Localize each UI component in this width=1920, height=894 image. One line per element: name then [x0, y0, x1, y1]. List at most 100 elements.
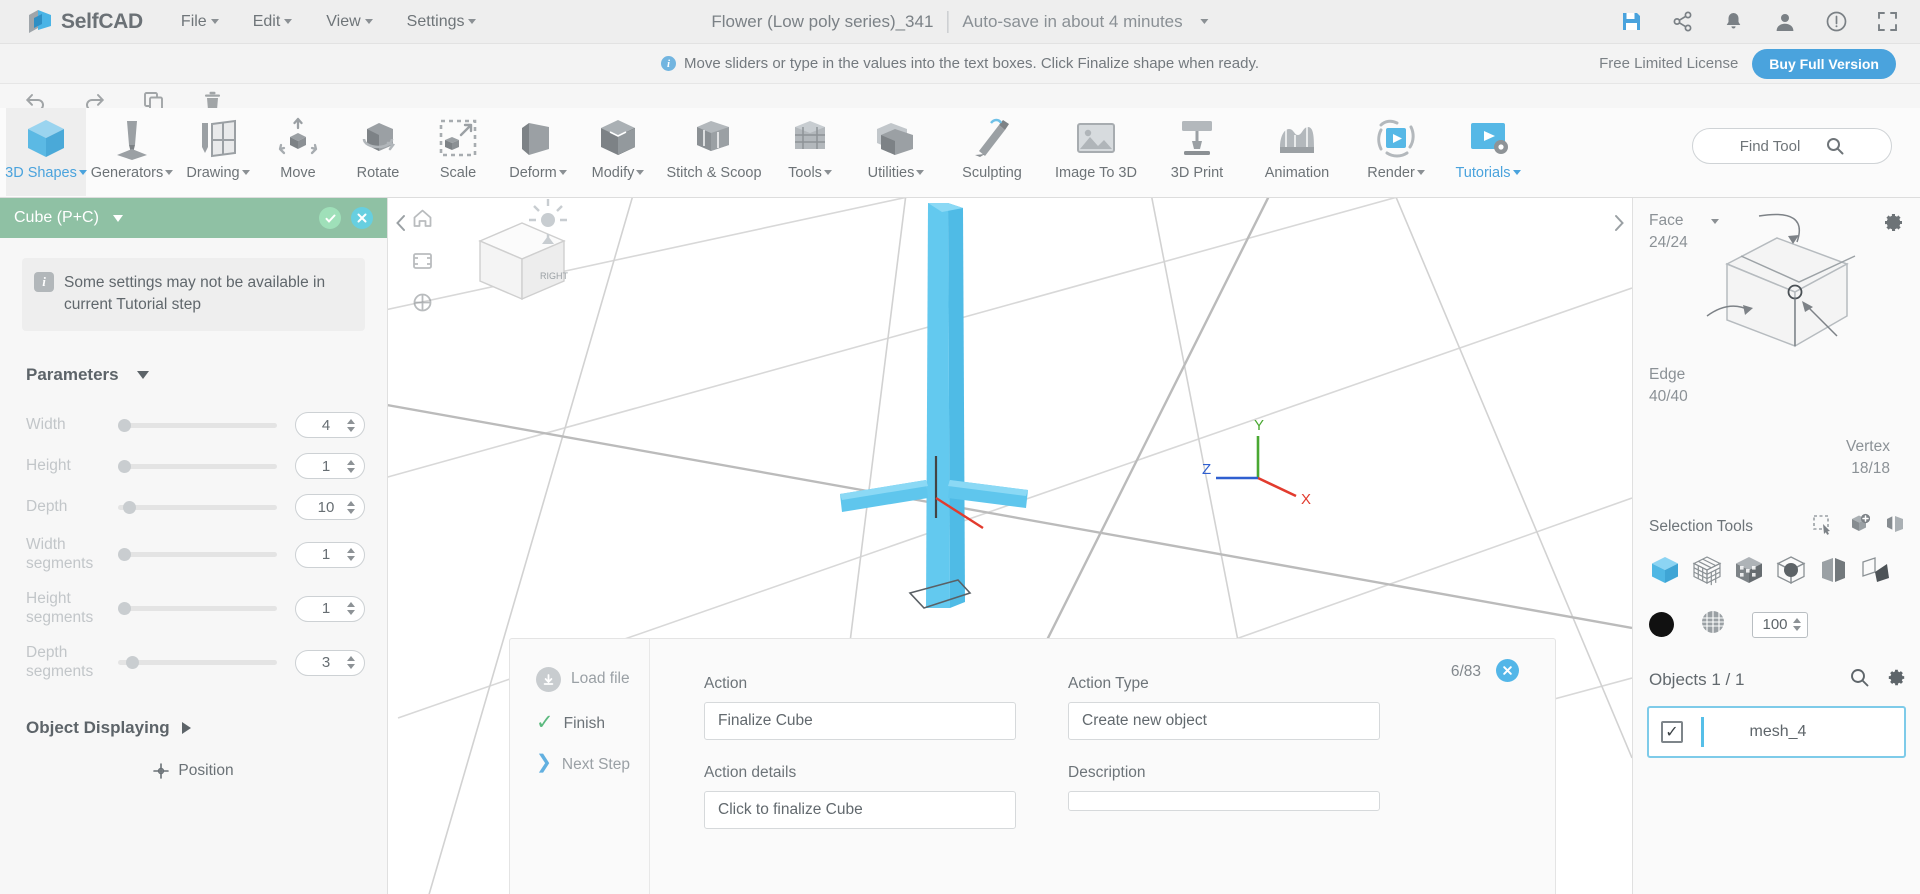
edge-mode-icon[interactable] — [1817, 554, 1849, 591]
param-stepper-depth[interactable] — [347, 500, 355, 514]
stepper-down-icon[interactable] — [1793, 626, 1801, 631]
toolbar-item-generators[interactable]: Generators — [86, 108, 178, 196]
buy-full-version-button[interactable]: Buy Full Version — [1752, 48, 1896, 79]
save-icon[interactable] — [1621, 11, 1642, 32]
polygon-mode-icon[interactable] — [1859, 554, 1891, 591]
stepper-up-icon[interactable] — [347, 548, 355, 554]
cancel-button[interactable] — [351, 207, 373, 229]
opacity-input[interactable]: 100 — [1752, 611, 1808, 638]
param-input-height[interactable]: 1 — [295, 453, 365, 480]
document-title[interactable]: Flower (Low poly series)_341 — [711, 12, 933, 32]
chevron-down-icon[interactable] — [1200, 19, 1209, 24]
gear-icon[interactable] — [1887, 668, 1906, 692]
texture-icon[interactable] — [1700, 609, 1726, 640]
add-select-icon[interactable] — [1848, 513, 1871, 540]
invert-select-icon[interactable] — [1884, 513, 1906, 540]
param-input-width[interactable]: 4 — [295, 412, 365, 439]
param-slider-height-segments[interactable] — [118, 602, 277, 616]
stepper-up-icon[interactable] — [1793, 618, 1801, 623]
3d-viewport[interactable]: RIGHT Y X Z Load file ✓ Finish ❯ Next St… — [388, 198, 1632, 894]
param-stepper-depth-segments[interactable] — [347, 656, 355, 670]
param-stepper-height-segments[interactable] — [347, 602, 355, 616]
object-mode-icon[interactable] — [1649, 554, 1681, 591]
object-visibility-checkbox[interactable]: ✓ — [1661, 721, 1683, 743]
stepper-down-icon[interactable] — [347, 610, 355, 616]
param-slider-depth-segments[interactable] — [118, 656, 277, 670]
stepper-up-icon[interactable] — [347, 500, 355, 506]
param-input-depth[interactable]: 10 — [295, 494, 365, 521]
fullscreen-icon[interactable] — [1877, 11, 1898, 32]
stepper-up-icon[interactable] — [347, 656, 355, 662]
action-type-input[interactable]: Create new object — [1068, 702, 1380, 740]
toolbar-item-modify[interactable]: Modify — [578, 108, 658, 196]
param-stepper-height[interactable] — [347, 459, 355, 473]
position-button[interactable]: Position — [0, 762, 387, 780]
confirm-button[interactable] — [319, 207, 341, 229]
account-icon[interactable] — [1774, 11, 1796, 33]
toolbar-item-3d-print[interactable]: 3D Print — [1150, 108, 1244, 196]
search-icon[interactable] — [1850, 668, 1869, 692]
slider-knob[interactable] — [118, 418, 131, 432]
param-stepper-width-segments[interactable] — [347, 548, 355, 562]
notifications-icon[interactable] — [1723, 11, 1744, 32]
edge-selector[interactable]: Edge 40/40 — [1649, 366, 1688, 406]
tutorial-step-finish[interactable]: ✓ Finish — [536, 712, 649, 733]
slider-knob[interactable] — [118, 548, 131, 562]
stepper-down-icon[interactable] — [347, 508, 355, 514]
slider-knob[interactable] — [118, 602, 131, 616]
find-tool-input[interactable]: Find Tool — [1692, 128, 1892, 164]
share-icon[interactable] — [1672, 11, 1693, 32]
param-slider-depth[interactable] — [118, 500, 277, 514]
toolbar-item-3d-shapes[interactable]: 3D Shapes — [5, 108, 87, 196]
viewport-collapse-right-button[interactable] — [1608, 208, 1630, 238]
vertex-mode-icon[interactable] — [1775, 554, 1807, 591]
menu-edit[interactable]: Edit — [253, 13, 293, 31]
toolbar-item-deform[interactable]: Deform — [498, 108, 578, 196]
toolbar-item-image-to-3d[interactable]: Image To 3D — [1042, 108, 1150, 196]
param-slider-width-segments[interactable] — [118, 548, 277, 562]
toolbar-item-rotate[interactable]: Rotate — [338, 108, 418, 196]
stepper-up-icon[interactable] — [347, 459, 355, 465]
stepper-down-icon[interactable] — [347, 556, 355, 562]
description-input[interactable] — [1068, 791, 1380, 811]
viewport-collapse-left-button[interactable] — [390, 208, 412, 238]
stepper-down-icon[interactable] — [347, 664, 355, 670]
tutorial-close-button[interactable] — [1496, 659, 1519, 682]
toolbar-item-sculpting[interactable]: Sculpting — [942, 108, 1042, 196]
home-icon[interactable] — [412, 208, 433, 234]
menu-file[interactable]: File — [181, 13, 219, 31]
object-displaying-section[interactable]: Object Displaying — [26, 718, 387, 738]
stepper-up-icon[interactable] — [347, 602, 355, 608]
param-input-depth-segments[interactable]: 3 — [295, 649, 365, 676]
toolbar-item-animation[interactable]: Animation — [1244, 108, 1350, 196]
param-input-height-segments[interactable]: 1 — [295, 595, 365, 622]
toolbar-item-tools[interactable]: Tools — [770, 108, 850, 196]
object-list-item-mesh-4[interactable]: ✓ mesh_4 — [1647, 706, 1906, 758]
toolbar-item-move[interactable]: Move — [258, 108, 338, 196]
slider-knob[interactable] — [118, 459, 131, 473]
rect-select-icon[interactable] — [1812, 513, 1834, 540]
toolbar-item-stitch-scoop[interactable]: Stitch & Scoop — [658, 108, 770, 196]
face-mode-icon[interactable] — [1733, 554, 1765, 591]
toolbar-item-render[interactable]: Render — [1350, 108, 1442, 196]
stepper-down-icon[interactable] — [347, 426, 355, 432]
toolbar-item-tutorials[interactable]: Tutorials — [1442, 108, 1534, 196]
tutorial-step-load-file[interactable]: Load file — [536, 667, 649, 692]
material-color-swatch[interactable] — [1649, 612, 1674, 637]
param-slider-height[interactable] — [118, 459, 277, 473]
wireframe-mode-icon[interactable] — [1691, 554, 1723, 591]
tutorial-step-next[interactable]: ❯ Next Step — [536, 753, 649, 774]
param-input-width-segments[interactable]: 1 — [295, 541, 365, 568]
vertex-selector[interactable]: Vertex 18/18 — [1846, 438, 1890, 478]
action-input[interactable]: Finalize Cube — [704, 702, 1016, 740]
left-panel-title[interactable]: Cube (P+C) — [14, 209, 123, 227]
opacity-stepper[interactable] — [1793, 618, 1801, 631]
panel-settings-button[interactable] — [1883, 212, 1904, 238]
parameters-section-header[interactable]: Parameters — [26, 365, 387, 385]
grid-snap-icon[interactable] — [412, 292, 433, 318]
camera-icon[interactable] — [412, 250, 433, 276]
action-details-input[interactable]: Click to finalize Cube — [704, 791, 1016, 829]
param-stepper-width[interactable] — [347, 418, 355, 432]
toolbar-item-scale[interactable]: Scale — [418, 108, 498, 196]
toolbar-item-drawing[interactable]: Drawing — [178, 108, 258, 196]
